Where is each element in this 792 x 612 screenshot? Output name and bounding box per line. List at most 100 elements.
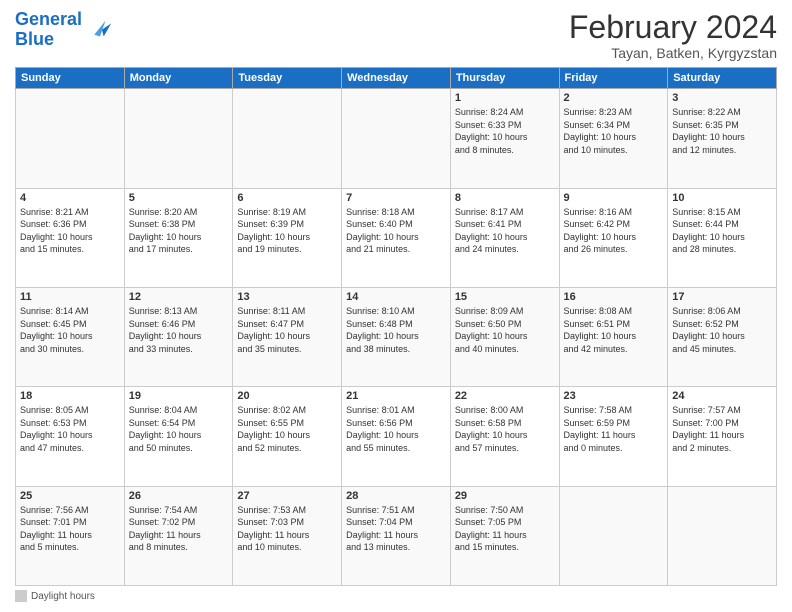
header-cell-tuesday: Tuesday [233, 68, 342, 89]
day-number: 2 [564, 92, 664, 104]
header-cell-thursday: Thursday [450, 68, 559, 89]
calendar-cell: 24Sunrise: 7:57 AM Sunset: 7:00 PM Dayli… [668, 387, 777, 486]
day-info: Sunrise: 8:19 AM Sunset: 6:39 PM Dayligh… [237, 206, 337, 256]
day-info: Sunrise: 8:21 AM Sunset: 6:36 PM Dayligh… [20, 206, 120, 256]
calendar-table: SundayMondayTuesdayWednesdayThursdayFrid… [15, 67, 777, 586]
day-number: 3 [672, 92, 772, 104]
calendar-cell: 4 Sunrise: 8:21 AM Sunset: 6:36 PM Daylig… [16, 188, 125, 287]
day-number: 25 [20, 490, 120, 502]
day-info: Sunrise: 8:22 AM Sunset: 6:35 PM Dayligh… [672, 106, 772, 156]
calendar-cell: 21 Sunrise: 8:01 AM Sunset: 6:56 PM Dayli… [342, 387, 451, 486]
calendar-cell: 15 Sunrise: 8:09 AM Sunset: 6:50 PM Dayli… [450, 287, 559, 386]
day-info: Sunrise: 7:53 AM Sunset: 7:03 PM Dayligh… [237, 504, 337, 554]
footer: Daylight hours [15, 590, 777, 602]
calendar-cell: 18Sunrise: 8:05 AM Sunset: 6:53 PM Dayli… [16, 387, 125, 486]
header-cell-wednesday: Wednesday [342, 68, 451, 89]
day-number: 18 [20, 390, 120, 402]
day-number: 9 [564, 192, 664, 204]
main-title: February 2024 [569, 10, 777, 45]
day-info: Sunrise: 8:20 AM Sunset: 6:38 PM Dayligh… [129, 206, 229, 256]
header-cell-friday: Friday [559, 68, 668, 89]
calendar-cell: 13 Sunrise: 8:11 AM Sunset: 6:47 PM Dayli… [233, 287, 342, 386]
calendar-cell [342, 89, 451, 188]
logo-bird-icon [85, 16, 113, 44]
day-info: Sunrise: 8:09 AM Sunset: 6:50 PM Dayligh… [455, 305, 555, 355]
calendar-cell: 14Sunrise: 8:10 AM Sunset: 6:48 PM Dayli… [342, 287, 451, 386]
calendar-cell: 20Sunrise: 8:02 AM Sunset: 6:55 PM Dayli… [233, 387, 342, 486]
calendar-cell: 3 Sunrise: 8:22 AM Sunset: 6:35 PM Daylig… [668, 89, 777, 188]
calendar-cell [559, 486, 668, 585]
day-info: Sunrise: 8:06 AM Sunset: 6:52 PM Dayligh… [672, 305, 772, 355]
day-number: 15 [455, 291, 555, 303]
calendar-cell [16, 89, 125, 188]
day-info: Sunrise: 8:01 AM Sunset: 6:56 PM Dayligh… [346, 404, 446, 454]
calendar-cell: 22 Sunrise: 8:00 AM Sunset: 6:58 PM Dayli… [450, 387, 559, 486]
page: General Blue February 2024 Tayan, Batken… [0, 0, 792, 612]
title-block: February 2024 Tayan, Batken, Kyrgyzstan [569, 10, 777, 61]
day-number: 4 [20, 192, 120, 204]
day-info: Sunrise: 8:13 AM Sunset: 6:46 PM Dayligh… [129, 305, 229, 355]
logo-text: General Blue [15, 10, 82, 50]
header: General Blue February 2024 Tayan, Batken… [15, 10, 777, 61]
day-number: 27 [237, 490, 337, 502]
day-info: Sunrise: 7:57 AM Sunset: 7:00 PM Dayligh… [672, 404, 772, 454]
day-info: Sunrise: 7:50 AM Sunset: 7:05 PM Dayligh… [455, 504, 555, 554]
day-number: 28 [346, 490, 446, 502]
day-info: Sunrise: 8:18 AM Sunset: 6:40 PM Dayligh… [346, 206, 446, 256]
day-number: 6 [237, 192, 337, 204]
calendar-cell [233, 89, 342, 188]
day-number: 19 [129, 390, 229, 402]
calendar-cell: 9 Sunrise: 8:16 AM Sunset: 6:42 PM Daylig… [559, 188, 668, 287]
day-info: Sunrise: 8:23 AM Sunset: 6:34 PM Dayligh… [564, 106, 664, 156]
calendar-cell: 28 Sunrise: 7:51 AM Sunset: 7:04 PM Dayli… [342, 486, 451, 585]
header-cell-monday: Monday [124, 68, 233, 89]
day-number: 1 [455, 92, 555, 104]
day-number: 16 [564, 291, 664, 303]
daylight-legend-icon [15, 590, 27, 602]
day-info: Sunrise: 8:17 AM Sunset: 6:41 PM Dayligh… [455, 206, 555, 256]
day-number: 17 [672, 291, 772, 303]
calendar-cell [124, 89, 233, 188]
calendar-cell: 12Sunrise: 8:13 AM Sunset: 6:46 PM Dayli… [124, 287, 233, 386]
day-number: 8 [455, 192, 555, 204]
week-row-0: 1 Sunrise: 8:24 AM Sunset: 6:33 PM Daylig… [16, 89, 777, 188]
day-info: Sunrise: 7:56 AM Sunset: 7:01 PM Dayligh… [20, 504, 120, 554]
day-info: Sunrise: 8:14 AM Sunset: 6:45 PM Dayligh… [20, 305, 120, 355]
day-info: Sunrise: 7:54 AM Sunset: 7:02 PM Dayligh… [129, 504, 229, 554]
calendar-cell: 8 Sunrise: 8:17 AM Sunset: 6:41 PM Daylig… [450, 188, 559, 287]
day-number: 11 [20, 291, 120, 303]
calendar-cell: 26Sunrise: 7:54 AM Sunset: 7:02 PM Dayli… [124, 486, 233, 585]
day-info: Sunrise: 7:58 AM Sunset: 6:59 PM Dayligh… [564, 404, 664, 454]
calendar-cell: 5 Sunrise: 8:20 AM Sunset: 6:38 PM Daylig… [124, 188, 233, 287]
day-number: 29 [455, 490, 555, 502]
day-info: Sunrise: 8:00 AM Sunset: 6:58 PM Dayligh… [455, 404, 555, 454]
day-number: 20 [237, 390, 337, 402]
day-number: 23 [564, 390, 664, 402]
day-info: Sunrise: 8:24 AM Sunset: 6:33 PM Dayligh… [455, 106, 555, 156]
footer-label: Daylight hours [31, 591, 95, 602]
day-info: Sunrise: 7:51 AM Sunset: 7:04 PM Dayligh… [346, 504, 446, 554]
sub-title: Tayan, Batken, Kyrgyzstan [569, 45, 777, 61]
calendar-cell: 27 Sunrise: 7:53 AM Sunset: 7:03 PM Dayli… [233, 486, 342, 585]
day-number: 14 [346, 291, 446, 303]
day-number: 10 [672, 192, 772, 204]
calendar-cell: 23 Sunrise: 7:58 AM Sunset: 6:59 PM Dayli… [559, 387, 668, 486]
logo: General Blue [15, 10, 113, 50]
calendar-cell: 16Sunrise: 8:08 AM Sunset: 6:51 PM Dayli… [559, 287, 668, 386]
day-info: Sunrise: 8:11 AM Sunset: 6:47 PM Dayligh… [237, 305, 337, 355]
calendar-cell: 7 Sunrise: 8:18 AM Sunset: 6:40 PM Daylig… [342, 188, 451, 287]
calendar-cell [668, 486, 777, 585]
header-row: SundayMondayTuesdayWednesdayThursdayFrid… [16, 68, 777, 89]
day-number: 5 [129, 192, 229, 204]
calendar-cell: 11 Sunrise: 8:14 AM Sunset: 6:45 PM Dayli… [16, 287, 125, 386]
calendar-cell: 25 Sunrise: 7:56 AM Sunset: 7:01 PM Dayli… [16, 486, 125, 585]
day-number: 7 [346, 192, 446, 204]
calendar-cell: 10Sunrise: 8:15 AM Sunset: 6:44 PM Dayli… [668, 188, 777, 287]
week-row-3: 18Sunrise: 8:05 AM Sunset: 6:53 PM Dayli… [16, 387, 777, 486]
day-number: 21 [346, 390, 446, 402]
calendar-cell: 29 Sunrise: 7:50 AM Sunset: 7:05 PM Dayli… [450, 486, 559, 585]
calendar-cell: 2 Sunrise: 8:23 AM Sunset: 6:34 PM Daylig… [559, 89, 668, 188]
day-info: Sunrise: 8:16 AM Sunset: 6:42 PM Dayligh… [564, 206, 664, 256]
day-number: 13 [237, 291, 337, 303]
day-number: 22 [455, 390, 555, 402]
